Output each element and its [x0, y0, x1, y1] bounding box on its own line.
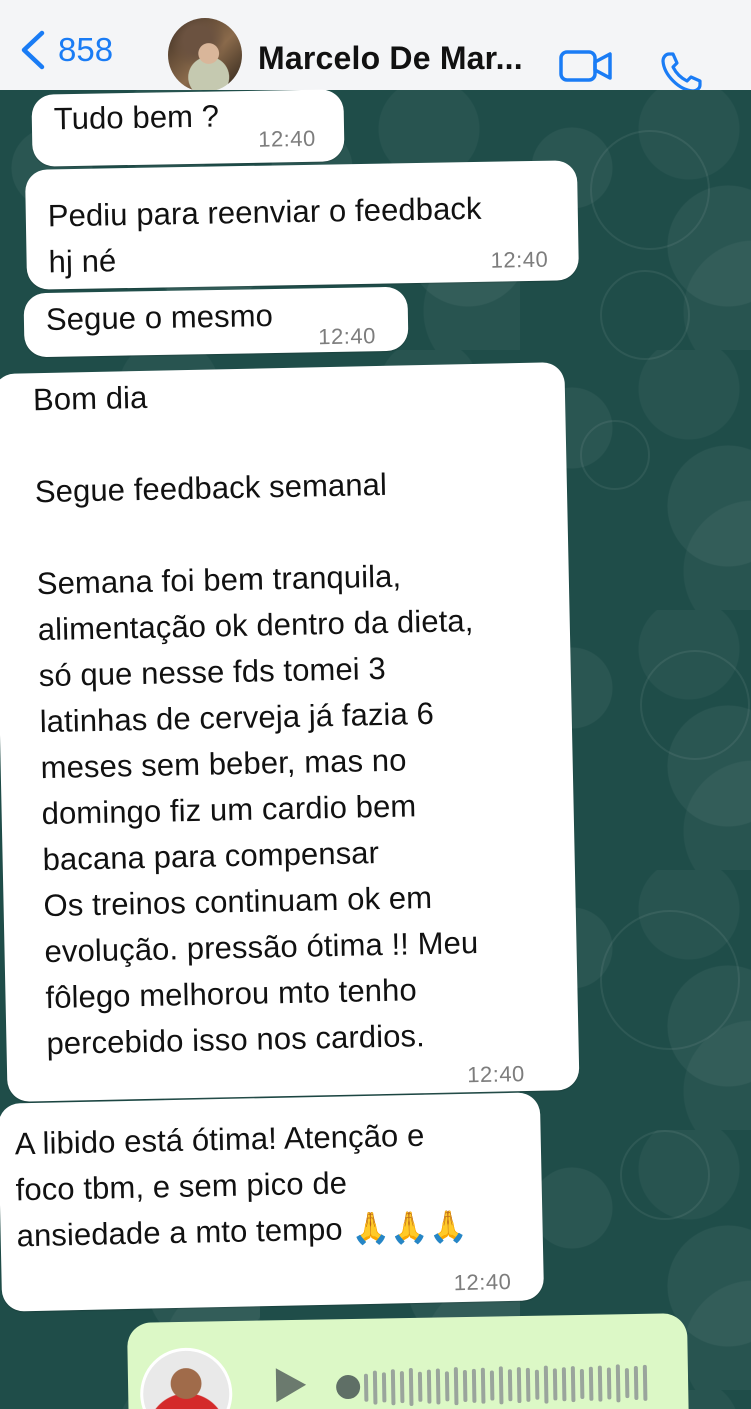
wallpaper-doodle [590, 130, 710, 250]
wallpaper-doodle [620, 1130, 710, 1220]
message-text: Tudo bem ? [53, 98, 220, 137]
playback-scrubber[interactable] [335, 1374, 361, 1400]
play-icon[interactable] [275, 1367, 307, 1403]
wallpaper-doodle [640, 650, 750, 760]
chevron-left-icon [21, 30, 45, 70]
message-time: 12:40 [257, 125, 316, 152]
video-camera-icon[interactable] [558, 46, 614, 86]
message-bubble[interactable]: A libido está ótima! Atenção e foco tbm,… [0, 1092, 545, 1312]
voice-message-bubble[interactable] [126, 1313, 690, 1409]
contact-name[interactable]: Marcelo De Mar... [258, 40, 523, 77]
message-text: Segue o mesmo [45, 298, 274, 337]
message-bubble[interactable]: Bom dia Segue feedback semanal Semana fo… [0, 362, 580, 1102]
contact-avatar[interactable] [168, 18, 242, 92]
message-bubble[interactable]: Pediu para reenviar o feedback hj né 12:… [24, 160, 580, 290]
sender-avatar [139, 1347, 234, 1409]
wallpaper-doodle [600, 910, 740, 1050]
audio-waveform[interactable] [363, 1358, 665, 1409]
message-bubble[interactable]: Tudo bem ? 12:40 [31, 89, 345, 167]
unread-count: 858 [58, 31, 114, 68]
message-time: 12:40 [318, 323, 377, 350]
wallpaper-doodle [580, 420, 650, 490]
message-text: Pediu para reenviar o feedback hj né [47, 190, 482, 280]
message-time: 12:40 [490, 246, 549, 273]
message-time: 12:40 [453, 1268, 512, 1296]
message-text: Bom dia Segue feedback semanal Semana fo… [32, 379, 479, 1062]
message-text: A libido está ótima! Atenção e foco tbm,… [14, 1117, 468, 1254]
phone-icon[interactable] [660, 50, 704, 94]
message-time: 12:40 [466, 1061, 526, 1088]
message-bubble[interactable]: Segue o mesmo 12:40 [23, 286, 409, 358]
back-button[interactable]: 858 [18, 28, 113, 72]
wallpaper-doodle [600, 270, 690, 360]
